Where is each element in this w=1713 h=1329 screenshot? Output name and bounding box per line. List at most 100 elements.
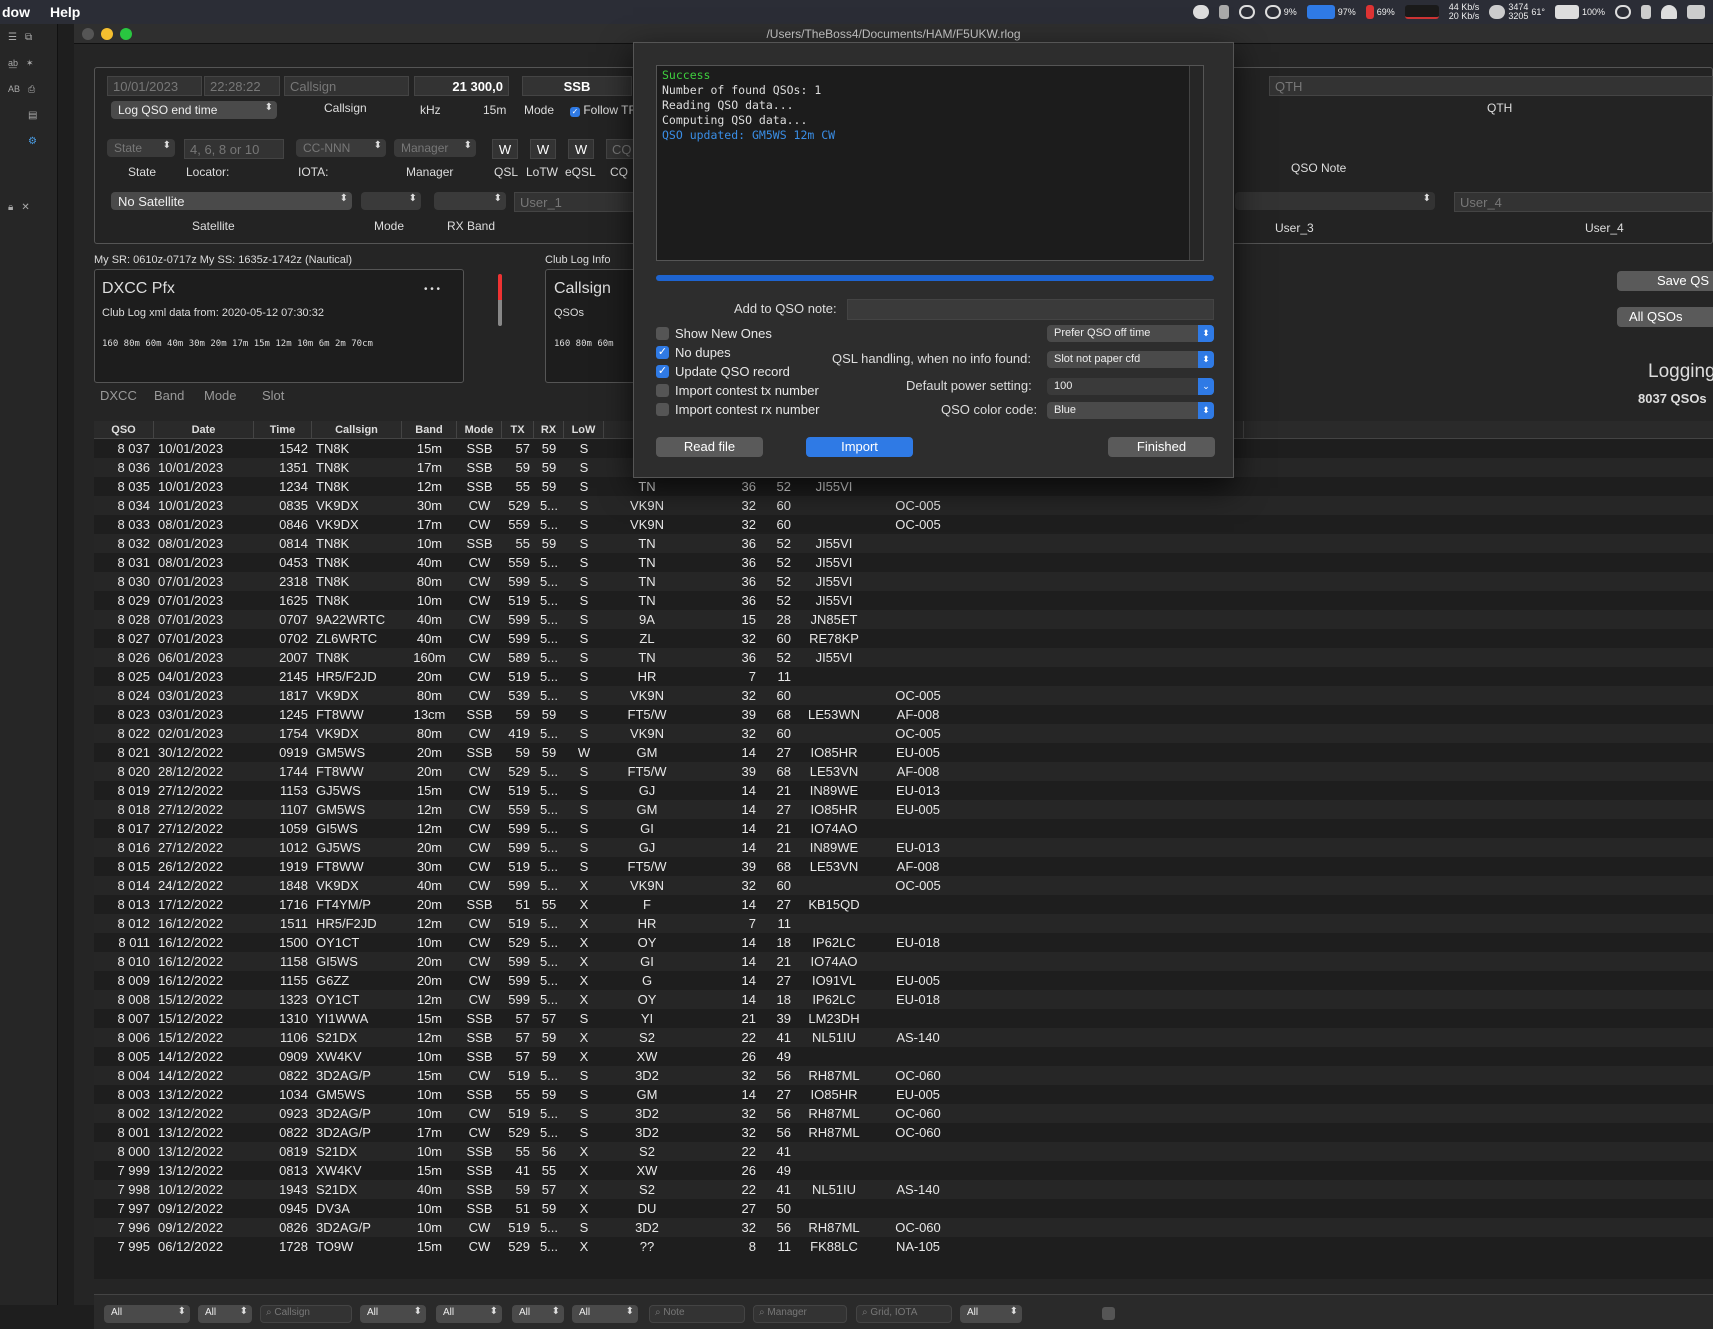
spellcheck-icon[interactable]: a͟b — [8, 58, 18, 68]
table-row[interactable]: 8 016 27/12/2022 1012 GJ5WS 20m CW 599 5... S GJ 1… — [94, 838, 1713, 857]
show-new-ones-checkbox[interactable]: Show New Ones — [656, 326, 772, 341]
crosshair-icon[interactable] — [1238, 5, 1255, 19]
paperclip-icon[interactable] — [1218, 5, 1229, 19]
filter-callsign-input[interactable]: ⌕ Callsign — [260, 1305, 352, 1323]
import-rx-checkbox[interactable]: Import contest rx number — [656, 402, 820, 417]
table-row[interactable]: 8 025 04/01/2023 2145 HR5/F2JD 20m CW 519 5... S… — [94, 667, 1713, 686]
cq-input[interactable]: CQ — [606, 139, 636, 159]
callsign-input[interactable]: Callsign — [284, 76, 409, 96]
table-row[interactable]: 8 005 14/12/2022 0909 XW4KV 10m SSB 57 59 X XW 26 4… — [94, 1047, 1713, 1066]
tab-band[interactable]: Band — [154, 388, 184, 403]
filter-popup-7[interactable]: All — [960, 1305, 1022, 1323]
table-row[interactable]: 8 026 06/01/2023 2007 TN8K 160m CW 589 5... S TN 3… — [94, 648, 1713, 667]
table-row[interactable]: 8 014 24/12/2022 1848 VK9DX 40m CW 599 5... X VK9… — [94, 876, 1713, 895]
filter-popup-6[interactable]: All — [572, 1305, 638, 1323]
finished-button[interactable]: Finished — [1108, 437, 1215, 457]
user1-input[interactable]: User_1 — [514, 192, 634, 212]
iota-popup[interactable]: CC-NNN — [296, 139, 386, 157]
table-row[interactable]: 8 009 16/12/2022 1155 G6ZZ 20m CW 599 5... X G 14 2… — [94, 971, 1713, 990]
col-header-low[interactable]: LoW — [564, 421, 604, 438]
col-header-date[interactable]: Date — [154, 421, 254, 438]
table-row[interactable]: 8 002 13/12/2022 0923 3D2AG/P 10m CW 519 5... S 3… — [94, 1104, 1713, 1123]
table-row[interactable]: 8 020 28/12/2022 1744 FT8WW 20m CW 529 5... S FT5… — [94, 762, 1713, 781]
sat-mode-popup[interactable] — [361, 192, 421, 210]
color-code-popup[interactable]: Blue ⬍ — [1047, 402, 1214, 419]
bluetooth-icon[interactable] — [1641, 5, 1651, 19]
filter-popup-3[interactable]: All — [360, 1305, 426, 1323]
filter-manager-input[interactable]: ⌕ Manager — [753, 1305, 847, 1323]
list-icon[interactable]: ☰ — [8, 32, 17, 43]
default-power-combo[interactable]: 100 ⌄ — [1047, 378, 1214, 395]
table-row[interactable]: 8 021 30/12/2022 0919 GM5WS 20m SSB 59 59 W GM 14 2… — [94, 743, 1713, 762]
table-row[interactable]: 7 995 06/12/2022 1728 TO9W 15m CW 529 5... X?? 8 1… — [94, 1237, 1713, 1256]
table-row[interactable]: 8 006 15/12/2022 1106 S21DX 12m SSB 57 59 X S2 22 4… — [94, 1028, 1713, 1047]
tab-slot[interactable]: Slot — [262, 388, 284, 403]
table-row[interactable]: 8 019 27/12/2022 1153 GJ5WS 15m CW 519 5... S GJ 1… — [94, 781, 1713, 800]
table-row[interactable]: 8 024 03/01/2023 1817 VK9DX 80m CW 539 5... S VK9… — [94, 686, 1713, 705]
state-popup[interactable]: State — [107, 139, 175, 157]
add-note-input[interactable] — [847, 299, 1214, 320]
qsl-handling-popup[interactable]: Slot not paper cfd ⬍ — [1047, 351, 1214, 368]
lock-icon[interactable]: 🔒︎ — [8, 202, 13, 213]
import-button[interactable]: Import — [806, 437, 913, 457]
table-row[interactable]: 8 031 08/01/2023 0453 TN8K 40m CW 559 5... S TN 36… — [94, 553, 1713, 572]
menu-window[interactable]: dow — [2, 4, 30, 20]
table-row[interactable]: 8 013 17/12/2022 1716 FT4YM/P 20m SSB 51 55 X F 14… — [94, 895, 1713, 914]
import-tx-checkbox[interactable]: Import contest tx number — [656, 383, 819, 398]
table-row[interactable]: 8 030 07/01/2023 2318 TN8K 80m CW 599 5... S TN 36… — [94, 572, 1713, 591]
filter-popup-4[interactable]: All — [436, 1305, 502, 1323]
table-row[interactable]: 8 015 26/12/2022 1919 FT8WW 30m CW 519 5... S FT5… — [94, 857, 1713, 876]
filter-grid-iota-input[interactable]: ⌕ Grid, IOTA — [856, 1305, 952, 1323]
table-row[interactable]: 8 022 02/01/2023 1754 VK9DX 80m CW 419 5... S VK9… — [94, 724, 1713, 743]
battery-status-3[interactable]: 100% — [1554, 5, 1605, 19]
filter-checkbox[interactable] — [1102, 1307, 1115, 1320]
table-row[interactable]: 7 996 09/12/2022 0826 3D2AG/P 10m CW 519 5... S 3… — [94, 1218, 1713, 1237]
filter-popup-1[interactable]: All — [104, 1305, 190, 1323]
tab-mode[interactable]: Mode — [204, 388, 237, 403]
table-row[interactable]: 8 010 16/12/2022 1158 GI5WS 20m CW 599 5... X GI 1… — [94, 952, 1713, 971]
user4-input[interactable]: User_4 — [1454, 192, 1713, 212]
filter-popup-2[interactable]: All — [198, 1305, 252, 1323]
table-row[interactable]: 8 032 08/01/2023 0814 TN8K 10m SSB 55 59 S TN 36 52… — [94, 534, 1713, 553]
table-row[interactable]: 7 998 10/12/2022 1943 S21DX 40m SSB 59 57 X S2 22 4… — [94, 1180, 1713, 1199]
battery-status-2[interactable]: 69% — [1365, 5, 1395, 19]
col-header-band[interactable]: Band — [402, 421, 457, 438]
table-row[interactable]: 8 012 16/12/2022 1511 HR5/F2JD 12m CW 519 5... X… — [94, 914, 1713, 933]
col-header-rx[interactable]: RX — [534, 421, 564, 438]
table-row[interactable]: 8 000 13/12/2022 0819 S21DX 10m SSB 55 56 X S2 22 4… — [94, 1142, 1713, 1161]
settings-gear-icon[interactable]: ⚙ — [28, 136, 37, 147]
table-row[interactable]: 8 027 07/01/2023 0702 ZL6WRTC 40m CW 599 5... S Z… — [94, 629, 1713, 648]
lotw-status[interactable]: W — [530, 139, 556, 159]
col-header-qso[interactable]: QSO — [94, 421, 154, 438]
col-header-callsign[interactable]: Callsign — [312, 421, 402, 438]
battery-status-1[interactable]: 97% — [1306, 5, 1356, 19]
read-file-button[interactable]: Read file — [656, 437, 763, 457]
table-row[interactable]: 8 007 15/12/2022 1310 YI1WWA 15m SSB 57 57 S YI 21… — [94, 1009, 1713, 1028]
table-row[interactable]: 7 999 13/12/2022 0813 XW4KV 15m SSB 41 55 X XW 26 4… — [94, 1161, 1713, 1180]
menu-help[interactable]: Help — [50, 4, 80, 20]
user3-popup[interactable] — [1235, 192, 1435, 210]
printer-icon[interactable]: ⎙ — [28, 84, 35, 95]
window-icon[interactable]: ⧉ — [25, 32, 32, 43]
network-status[interactable]: 44 Kb/s 20 Kb/s — [1449, 3, 1480, 21]
table-row[interactable]: 8 023 03/01/2023 1245 FT8WW 13cm SSB 59 59 S FT5/… — [94, 705, 1713, 724]
ab-icon[interactable]: AB — [8, 84, 20, 94]
sparkle-icon[interactable]: ✶ — [26, 58, 34, 69]
filter-note-input[interactable]: ⌕ Note — [649, 1305, 745, 1323]
frequency-field[interactable]: 21 300,0 — [414, 76, 509, 96]
qsl-status[interactable]: W — [492, 139, 518, 159]
table-row[interactable]: 8 001 13/12/2022 0822 3D2AG/P 17m CW 529 5... S 3… — [94, 1123, 1713, 1142]
follow-trx-checkbox[interactable]: ✓ Follow TR — [570, 103, 637, 117]
filter-popup-5[interactable]: All — [512, 1305, 564, 1323]
wifi-icon[interactable] — [1661, 5, 1677, 19]
close-icon[interactable]: ✕ — [21, 202, 29, 213]
dxcc-more-button[interactable]: • • • — [424, 284, 440, 295]
table-row[interactable]: 7 997 09/12/2022 0945 DV3A 10m SSB 51 59 X DU 27 50 — [94, 1199, 1713, 1218]
tab-dxcc[interactable]: DXCC — [100, 388, 137, 403]
update-record-checkbox[interactable]: ✓ Update QSO record — [656, 364, 790, 379]
date-field[interactable]: 10/01/2023 — [107, 76, 202, 96]
time-field[interactable]: 22:28:22 — [204, 76, 280, 96]
table-row[interactable]: 8 033 08/01/2023 0846 VK9DX 17m CW 559 5... S VK9… — [94, 515, 1713, 534]
col-header-tx[interactable]: TX — [502, 421, 534, 438]
table-row[interactable]: 8 018 27/12/2022 1107 GM5WS 12m CW 559 5... S GM 1… — [94, 800, 1713, 819]
